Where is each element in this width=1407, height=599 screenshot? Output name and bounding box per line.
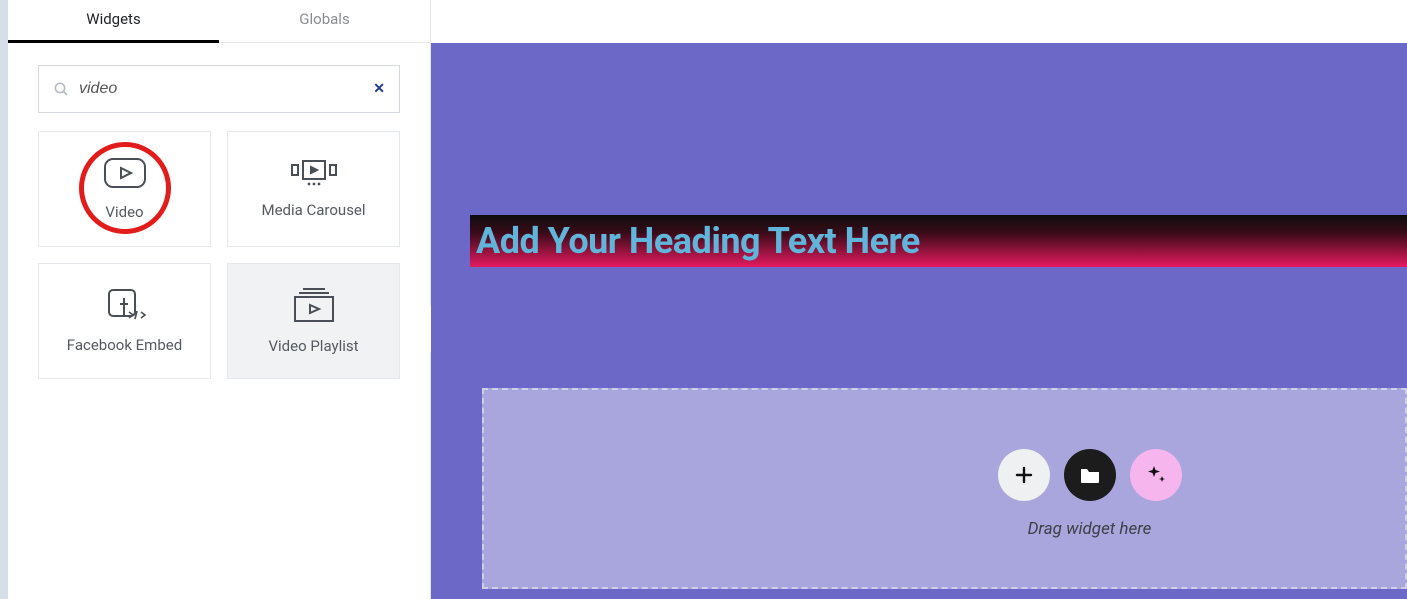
folder-icon xyxy=(1079,466,1101,484)
tab-widgets[interactable]: Widgets xyxy=(8,0,219,42)
widget-media-carousel[interactable]: Media Carousel xyxy=(227,131,400,247)
dropzone-actions xyxy=(998,449,1182,501)
search-box: ✕ xyxy=(38,65,400,113)
widget-video[interactable]: Video xyxy=(38,131,211,247)
search-wrap: ✕ xyxy=(8,43,430,131)
sidebar-tabs: Widgets Globals xyxy=(8,0,430,43)
dropzone[interactable]: Drag widget here xyxy=(482,388,1407,589)
tab-globals[interactable]: Globals xyxy=(219,0,430,42)
facebook-embed-icon xyxy=(103,288,147,322)
widget-video-playlist[interactable]: Video Playlist xyxy=(227,263,400,379)
media-carousel-icon xyxy=(289,159,339,187)
stage: Add Your Heading Text Here xyxy=(431,43,1407,599)
heading-widget[interactable]: Add Your Heading Text Here xyxy=(470,215,1407,267)
ai-button[interactable] xyxy=(1130,449,1182,501)
widget-facebook-embed[interactable]: Facebook Embed xyxy=(38,263,211,379)
search-icon xyxy=(53,81,69,97)
widget-label: Video xyxy=(105,203,143,221)
folder-button[interactable] xyxy=(1064,449,1116,501)
dropzone-label: Drag widget here xyxy=(1028,519,1152,539)
add-widget-button[interactable] xyxy=(998,449,1050,501)
canvas: Add Your Heading Text Here xyxy=(431,0,1407,599)
widget-label: Media Carousel xyxy=(261,201,365,219)
heading-text: Add Your Heading Text Here xyxy=(476,220,920,262)
video-playlist-icon xyxy=(291,287,337,323)
widget-grid: Video Media Carousel xyxy=(8,131,430,379)
clear-search-icon[interactable]: ✕ xyxy=(373,81,385,97)
search-input[interactable] xyxy=(79,80,363,98)
video-icon xyxy=(103,157,147,189)
widget-label: Facebook Embed xyxy=(67,336,182,354)
sidebar: Widgets Globals ✕ Video xyxy=(8,0,431,599)
widget-label: Video Playlist xyxy=(268,337,358,355)
sparkle-icon xyxy=(1145,464,1167,486)
plus-icon xyxy=(1014,465,1034,485)
